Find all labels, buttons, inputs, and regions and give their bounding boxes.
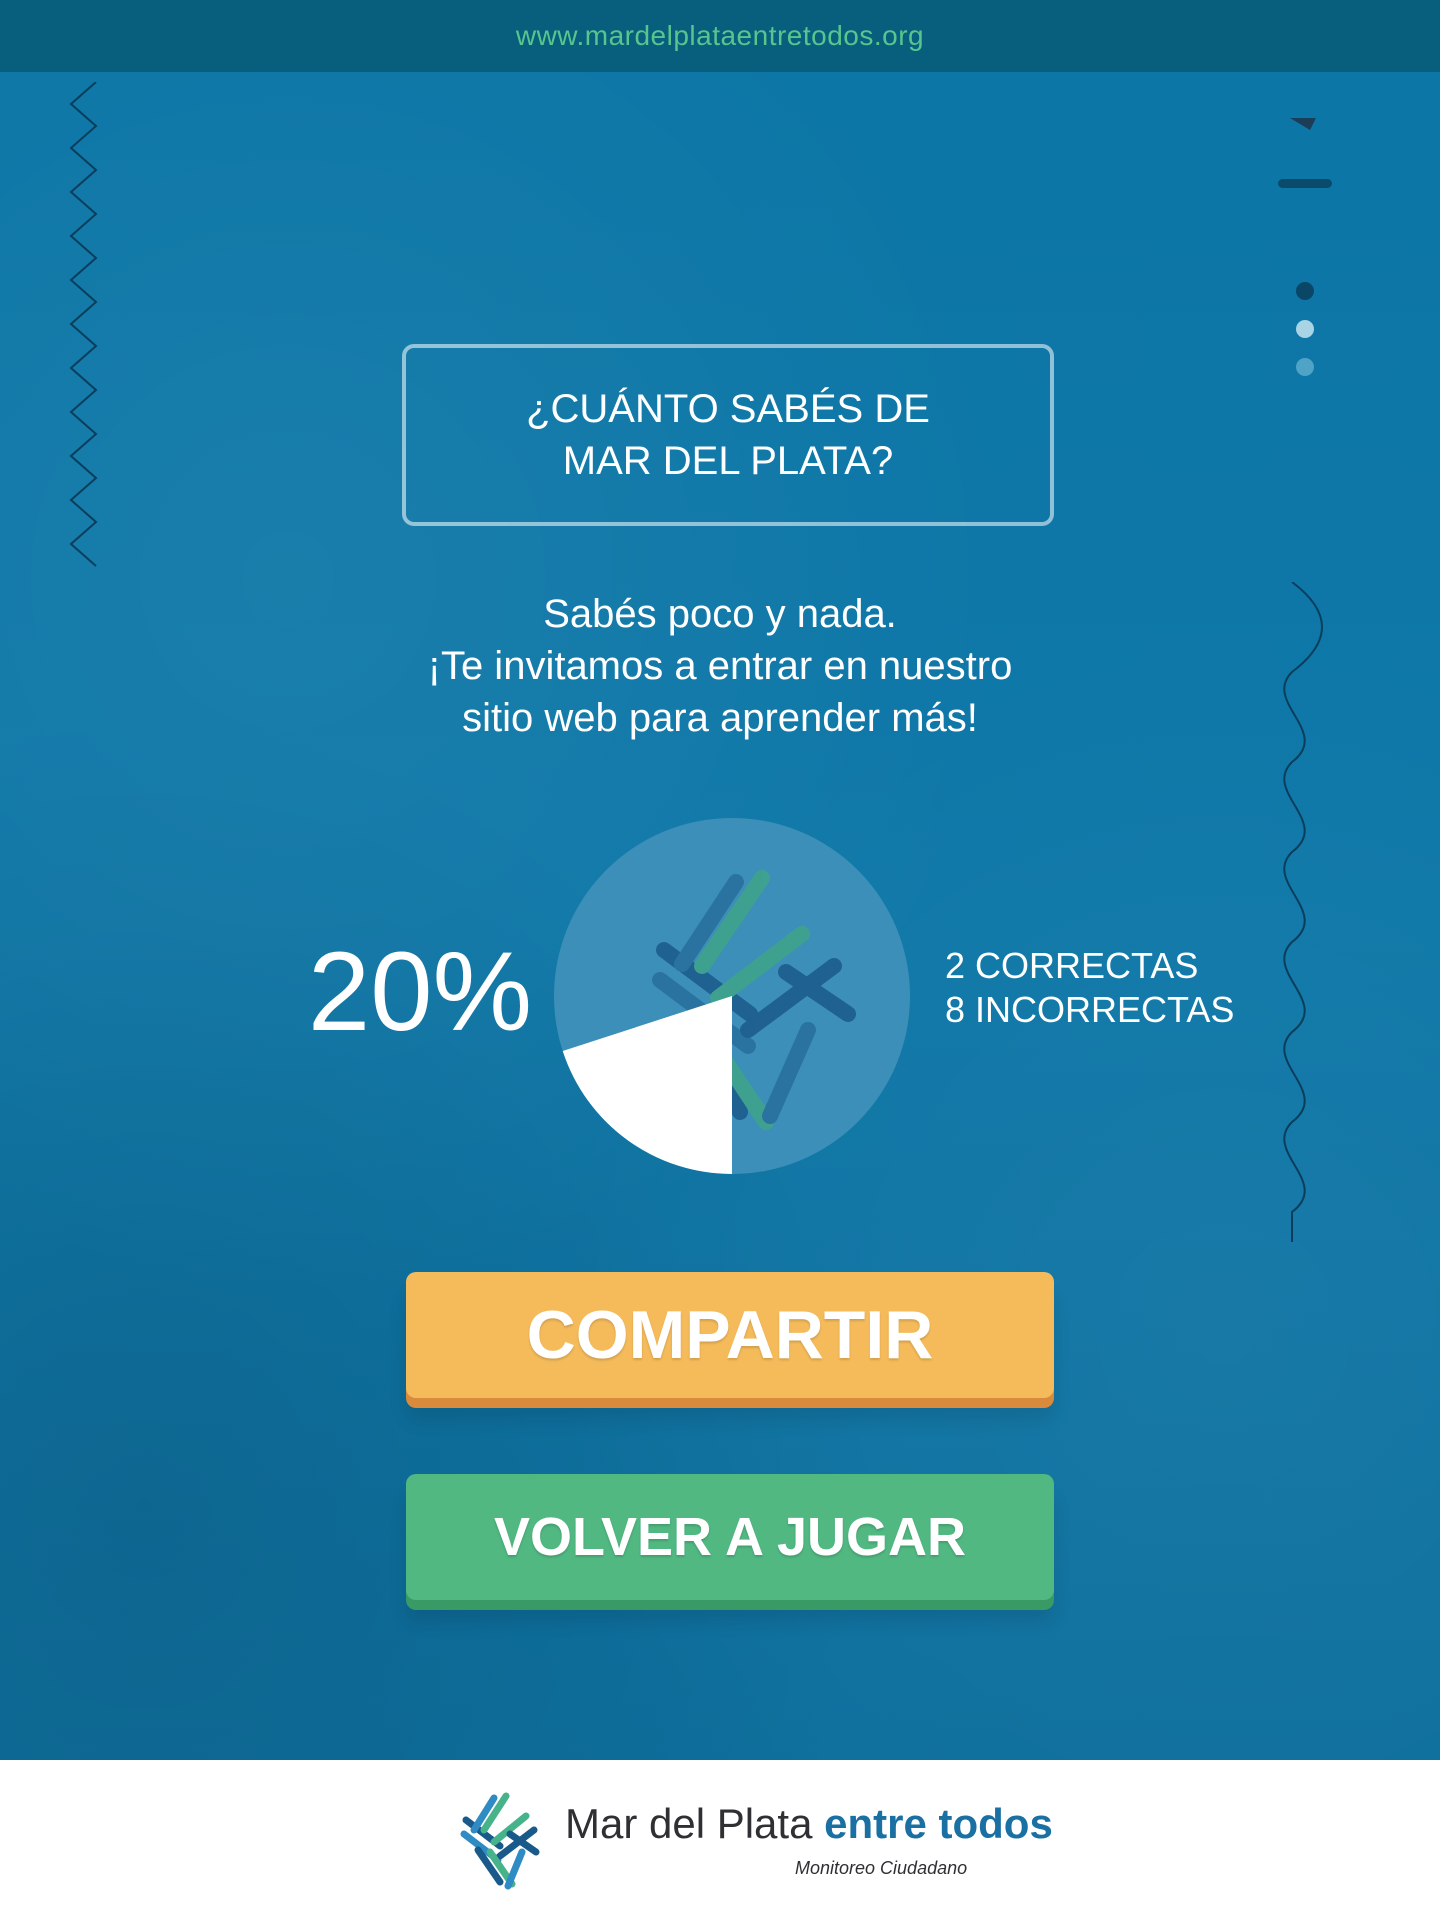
brand-name-accent: entre todos bbox=[824, 1800, 1053, 1847]
correct-count: 2 CORRECTAS bbox=[945, 945, 1199, 986]
quiz-title-box: ¿CUÁNTO SABÉS DE MAR DEL PLATA? bbox=[402, 344, 1054, 526]
wave-decoration bbox=[1283, 582, 1323, 1242]
result-message-line2: ¡Te invitamos a entrar en nuestro bbox=[427, 644, 1013, 688]
dot-decoration-light bbox=[1296, 320, 1314, 338]
brand-logo-icon bbox=[460, 1792, 540, 1890]
dot-decoration-dark bbox=[1296, 282, 1314, 300]
result-message-line3: sitio web para aprender más! bbox=[462, 696, 978, 740]
play-again-button[interactable]: VOLVER A JUGAR bbox=[406, 1474, 1054, 1600]
brand-tagline: Monitoreo Ciudadano bbox=[795, 1858, 968, 1878]
footer: Mar del Plata entre todos Monitoreo Ciud… bbox=[0, 1760, 1440, 1920]
incorrect-count: 8 INCORRECTAS bbox=[945, 989, 1235, 1030]
score-pie-chart bbox=[554, 818, 910, 1174]
score-percent: 20% bbox=[307, 929, 533, 1054]
result-message-line1: Sabés poco y nada. bbox=[543, 592, 897, 636]
quiz-title-line2: MAR DEL PLATA? bbox=[562, 439, 894, 483]
brand-name-main: Mar del Plata bbox=[565, 1800, 813, 1847]
brand-name: Mar del Plata entre todos bbox=[565, 1800, 1053, 1848]
quiz-title-line1: ¿CUÁNTO SABÉS DE bbox=[526, 387, 930, 431]
dot-decoration-mid bbox=[1296, 358, 1314, 376]
share-button[interactable]: COMPARTIR bbox=[406, 1272, 1054, 1398]
score-stats: 2 CORRECTAS 8 INCORRECTAS bbox=[945, 944, 1234, 1032]
zigzag-decoration bbox=[69, 82, 98, 567]
triangle-decoration bbox=[1290, 118, 1316, 130]
top-bar: www.mardelplataentretodos.org bbox=[0, 0, 1440, 72]
dash-decoration bbox=[1278, 179, 1332, 188]
quiz-result-screen: ¿CUÁNTO SABÉS DE MAR DEL PLATA? Sabés po… bbox=[0, 72, 1440, 1760]
site-url[interactable]: www.mardelplataentretodos.org bbox=[516, 20, 924, 52]
result-message: Sabés poco y nada. ¡Te invitamos a entra… bbox=[360, 588, 1080, 744]
